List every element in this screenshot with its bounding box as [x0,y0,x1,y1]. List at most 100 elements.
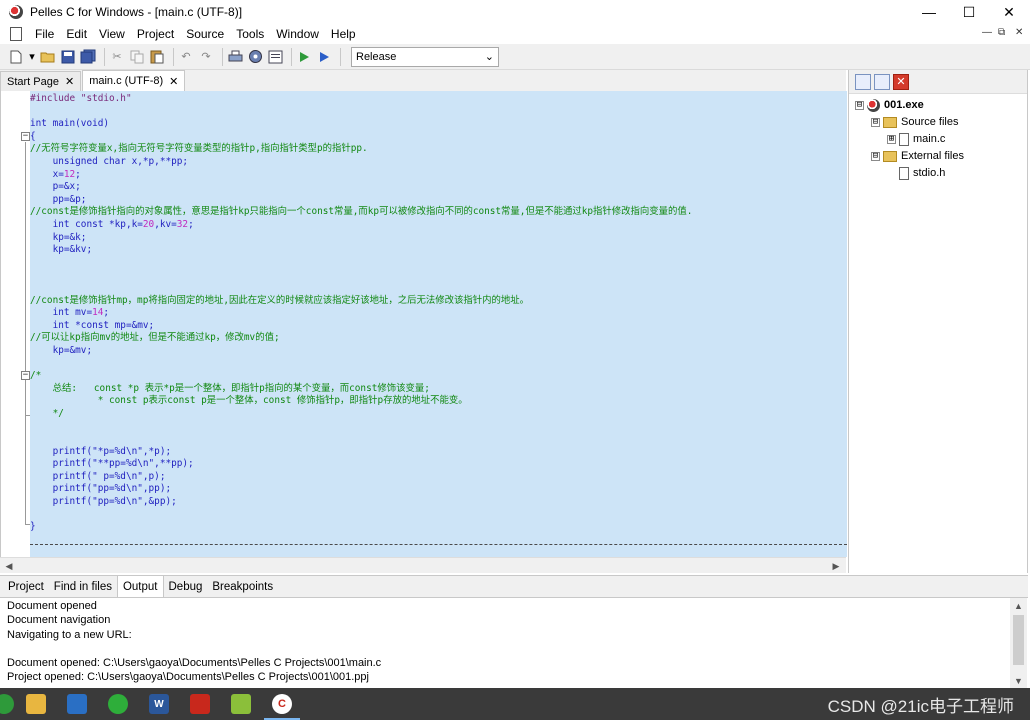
end-of-file-line [30,544,847,545]
code-editor[interactable]: − − #include "stdio.h" int main(void){//无… [0,91,847,557]
tab-project[interactable]: Project [3,577,49,597]
code-area[interactable]: #include "stdio.h" int main(void){//无符号字符… [30,91,847,557]
save-icon[interactable] [60,49,76,65]
open-folder-icon[interactable] [40,49,56,65]
scroll-up-icon[interactable]: ▲ [1010,598,1027,613]
start-icon[interactable] [0,694,14,714]
tab-start-page[interactable]: Start Page ✕ [0,71,82,91]
code-line: printf("pp=%d\n",&pp); [30,496,847,509]
build-icon[interactable] [247,49,263,65]
tree-item-external-files[interactable]: ⊟ External files [871,148,964,164]
wechat-icon[interactable] [108,694,128,714]
toolbar-separator [222,47,223,66]
redo-icon[interactable]: ↷ [198,49,214,65]
code-line: printf(" p=%d\n",p); [30,471,847,484]
collapse-icon[interactable]: ⊟ [871,117,880,127]
scroll-thumb[interactable] [1013,615,1024,665]
code-token: int *const mp=&mv; [30,319,155,331]
tab-main-c[interactable]: main.c (UTF-8) ✕ [82,70,186,91]
code-line: int main(void) [30,118,847,131]
pelles-c-icon[interactable]: C [272,694,292,714]
dropdown-arrow-icon[interactable]: ▾ [28,49,36,65]
code-token: //可以让kp指向mv的地址，但是不能通过kp，修改mv的值; [30,332,280,344]
fold-collapse-icon[interactable]: − [21,371,30,380]
tab-find-in-files[interactable]: Find in files [49,577,117,597]
close-tab-icon[interactable]: ✕ [65,75,74,88]
project-icon[interactable] [267,49,283,65]
code-token: pp=&p; [30,193,87,205]
mdi-restore-button[interactable]: ⧉ [998,27,1005,38]
paste-icon[interactable] [149,49,165,65]
code-token: printf("pp=%d\n",pp); [30,483,172,495]
menu-tools[interactable]: Tools [230,27,270,41]
code-line: unsigned char x,*p,**pp; [30,156,847,169]
execute-icon[interactable] [316,49,332,65]
output-line: Document navigation [7,614,111,627]
word-icon[interactable]: W [149,694,169,714]
code-line: kp=&k; [30,232,847,245]
scroll-left-icon[interactable]: ◀ [1,559,17,573]
tab-debug[interactable]: Debug [164,577,208,597]
save-all-icon[interactable] [80,49,96,65]
editor-tab-bar: Start Page ✕ main.c (UTF-8) ✕ [0,70,846,91]
expand-icon[interactable]: ⊞ [887,134,896,144]
tree-item-stdio-h[interactable]: stdio.h [899,165,945,181]
menu-source[interactable]: Source [180,27,230,41]
pdf-icon[interactable] [190,694,210,714]
tab-output[interactable]: Output [116,575,164,597]
tab-breakpoints[interactable]: Breakpoints [207,577,278,597]
menu-project[interactable]: Project [131,27,180,41]
close-project-icon[interactable]: ✕ [893,73,909,90]
project-properties-icon[interactable] [874,73,890,90]
undo-icon[interactable]: ↶ [178,49,194,65]
close-tab-icon[interactable]: ✕ [169,75,178,88]
scroll-down-icon[interactable]: ▼ [1010,673,1027,688]
minimize-button[interactable]: — [910,0,948,24]
code-line: */ [30,408,847,421]
close-button[interactable]: ✕ [990,0,1028,24]
code-token: kp=&k; [30,231,87,243]
mdi-minimize-button[interactable]: — [982,27,992,38]
project-view-icon[interactable] [855,73,871,90]
maximize-button[interactable]: ☐ [950,0,988,24]
new-file-icon[interactable] [8,49,24,65]
code-line: p=&x; [30,181,847,194]
tree-item-main-c[interactable]: ⊞ main.c [887,131,945,147]
code-token: //无符号字符变量x,指向无符号字符变量类型的指针p,指向指针类型p的指针pp. [30,143,368,155]
file-icon [899,166,909,180]
mdi-close-button[interactable]: ✕ [1015,27,1023,38]
build-config-select[interactable]: Release ⌄ [351,46,499,67]
scroll-right-icon[interactable]: ▶ [828,559,844,573]
code-token: //const是修饰指针指向的对象属性，意思是指针kp只能指向一个const常量… [30,206,693,218]
code-line: //无符号字符变量x,指向无符号字符变量类型的指针p,指向指针类型p的指针pp. [30,143,847,156]
tab-label: Start Page [7,75,59,88]
build-config-value: Release [356,50,397,63]
fold-collapse-icon[interactable]: − [21,132,30,141]
menu-window[interactable]: Window [270,27,325,41]
menu-help[interactable]: Help [325,27,362,41]
output-line: Document opened [7,600,97,612]
editor-horizontal-scrollbar[interactable]: ◀ ▶ [0,557,846,573]
control-panel-icon[interactable] [67,694,87,714]
code-token: ; [103,307,110,319]
document-icon[interactable] [10,27,22,41]
output-vertical-scrollbar[interactable]: ▲ ▼ [1010,598,1027,688]
editor-icon[interactable] [231,694,251,714]
tree-item-source-files[interactable]: ⊟ Source files [871,114,958,130]
pelles-c-app-icon [9,5,23,19]
toolbar-separator [291,47,292,66]
cut-icon[interactable]: ✂ [109,49,125,65]
menu-view[interactable]: View [93,27,131,41]
file-explorer-icon[interactable] [26,694,46,714]
go-icon[interactable] [296,49,312,65]
print-icon[interactable] [227,49,243,65]
output-pane[interactable]: Document opened Document navigation Navi… [0,597,1028,688]
menu-file[interactable]: File [29,27,60,41]
collapse-icon[interactable]: ⊟ [855,100,864,110]
menu-edit[interactable]: Edit [60,27,93,41]
collapse-icon[interactable]: ⊟ [871,151,880,161]
tree-item-project[interactable]: ⊟ 001.exe [855,97,924,113]
copy-icon[interactable] [129,49,145,65]
